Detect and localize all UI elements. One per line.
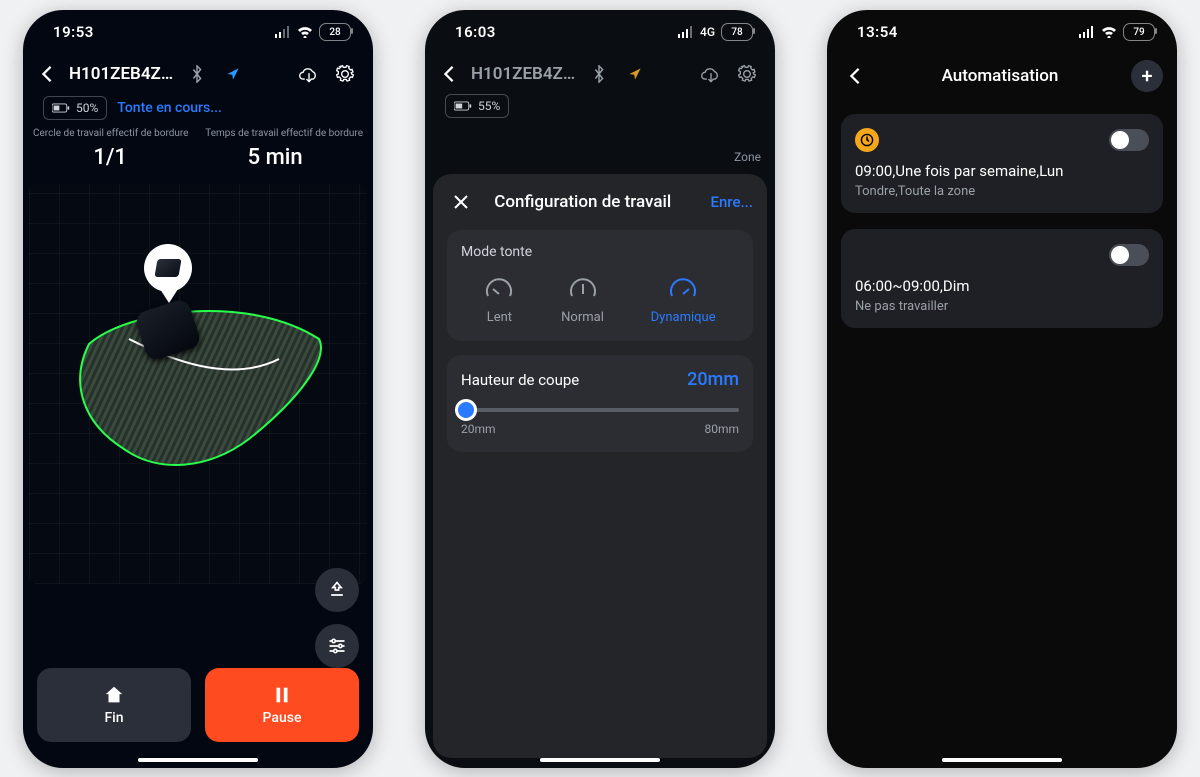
device-name: H101ZEB4ZF2P... bbox=[471, 64, 577, 84]
settings-button[interactable] bbox=[331, 60, 359, 88]
automation-action: Tondre,Toute la zone bbox=[855, 184, 1149, 199]
location-icon bbox=[621, 60, 649, 88]
automation-schedule: 06:00~09:00,Dim bbox=[855, 277, 1149, 295]
end-button-label: Fin bbox=[104, 710, 123, 726]
mowing-status: Tonte en cours... bbox=[117, 100, 222, 116]
stat-value-left: 1/1 bbox=[93, 145, 127, 170]
status-indicators: 28 bbox=[275, 23, 351, 41]
base-station-marker[interactable] bbox=[144, 244, 192, 292]
status-indicators: 4G 78 bbox=[678, 23, 753, 41]
settings-button[interactable] bbox=[733, 60, 761, 88]
cloud-button[interactable] bbox=[697, 60, 725, 88]
battery-icon bbox=[454, 101, 472, 111]
status-time: 19:53 bbox=[53, 23, 94, 41]
gauge-icon bbox=[668, 274, 698, 304]
mode-normal[interactable]: Normal bbox=[561, 274, 604, 325]
stat-label-right: Temps de travail effectif de bordure bbox=[205, 128, 363, 139]
slider-thumb[interactable] bbox=[455, 399, 477, 421]
end-button[interactable]: Fin bbox=[37, 668, 191, 742]
bottom-actions: Fin Pause bbox=[37, 668, 359, 742]
phone-battery-icon: 78 bbox=[721, 23, 753, 41]
battery-icon bbox=[52, 103, 70, 113]
app-header: H101ZEB4ZF2P... bbox=[425, 54, 775, 94]
stat-label-left: Cercle de travail effectif de bordure bbox=[33, 128, 189, 139]
cut-height-value: 20mm bbox=[687, 369, 739, 390]
automation-schedule: 09:00,Une fois par semaine,Lun bbox=[855, 162, 1149, 180]
status-indicators: 79 bbox=[1079, 23, 1155, 41]
gauge-icon bbox=[568, 274, 598, 304]
gauge-icon bbox=[484, 274, 514, 304]
moon-icon bbox=[855, 243, 879, 267]
mode-options: Lent Normal Dynamique bbox=[461, 274, 739, 325]
status-time: 16:03 bbox=[455, 23, 496, 41]
back-button[interactable] bbox=[841, 62, 869, 90]
save-button[interactable]: Enre... bbox=[710, 193, 753, 211]
clock-icon bbox=[855, 128, 879, 152]
cut-height-panel: Hauteur de coupe 20mm 20mm 80mm bbox=[447, 355, 753, 452]
status-bar: 13:54 79 bbox=[827, 10, 1177, 54]
wifi-icon bbox=[297, 26, 313, 38]
cut-height-slider[interactable] bbox=[461, 408, 739, 412]
mowing-mode-panel: Mode tonte Lent Normal Dynamique bbox=[447, 230, 753, 341]
page-title: Automatisation bbox=[869, 66, 1131, 86]
mower-marker[interactable] bbox=[134, 299, 204, 369]
cellular-icon bbox=[1079, 26, 1095, 38]
stats-labels: Cercle de travail effectif de bordure Te… bbox=[23, 128, 373, 139]
mower-status-row: 50% Tonte en cours... bbox=[23, 94, 373, 128]
back-button[interactable] bbox=[33, 60, 61, 88]
sheet-title: Configuration de travail bbox=[465, 192, 700, 212]
sheet-header: Configuration de travail Enre... bbox=[447, 188, 753, 216]
pause-button-label: Pause bbox=[263, 710, 302, 726]
network-label: 4G bbox=[700, 25, 715, 39]
map-float-buttons bbox=[315, 568, 359, 668]
phone-battery-icon: 28 bbox=[319, 23, 351, 41]
phone-automation-screen: 13:54 79 Automatisation + 09:00,Une fois… bbox=[827, 10, 1177, 768]
work-config-sheet: Configuration de travail Enre... Mode to… bbox=[433, 174, 767, 758]
mower-battery: 55% bbox=[445, 94, 509, 118]
automation-item[interactable]: 09:00,Une fois par semaine,Lun Tondre,To… bbox=[841, 114, 1163, 213]
home-indicator[interactable] bbox=[138, 758, 258, 762]
wifi-icon bbox=[1101, 26, 1117, 38]
home-icon bbox=[103, 684, 125, 706]
adjust-button[interactable] bbox=[315, 624, 359, 668]
automation-item[interactable]: 06:00~09:00,Dim Ne pas travailler bbox=[841, 229, 1163, 328]
slider-max: 80mm bbox=[704, 422, 739, 436]
stat-value-right: 5 min bbox=[248, 145, 303, 170]
mower-battery: 50% bbox=[43, 96, 107, 120]
location-icon bbox=[219, 60, 247, 88]
app-header: H101ZEB4ZF2P... bbox=[23, 54, 373, 94]
zone-label: Zone bbox=[734, 150, 761, 164]
phone-battery-icon: 79 bbox=[1123, 23, 1155, 41]
status-time: 13:54 bbox=[857, 23, 898, 41]
automation-toggle[interactable] bbox=[1109, 129, 1149, 151]
mode-dynamic[interactable]: Dynamique bbox=[651, 274, 716, 325]
add-button[interactable]: + bbox=[1131, 60, 1163, 92]
bluetooth-icon bbox=[585, 60, 613, 88]
cloud-button[interactable] bbox=[295, 60, 323, 88]
phone-main-screen: 19:53 28 H101ZEB4ZF2P... 50% Tonte bbox=[23, 10, 373, 768]
pause-button[interactable]: Pause bbox=[205, 668, 359, 742]
status-bar: 19:53 28 bbox=[23, 10, 373, 54]
stats-values: 1/1 5 min bbox=[23, 139, 373, 180]
recenter-button[interactable] bbox=[315, 568, 359, 612]
device-name: H101ZEB4ZF2P... bbox=[69, 64, 175, 84]
back-button[interactable] bbox=[435, 60, 463, 88]
cellular-icon bbox=[678, 26, 694, 38]
map-area[interactable] bbox=[29, 184, 367, 584]
pause-icon bbox=[271, 684, 293, 706]
automation-action: Ne pas travailler bbox=[855, 299, 1149, 314]
page-header: Automatisation + bbox=[827, 54, 1177, 98]
bluetooth-icon bbox=[183, 60, 211, 88]
status-bar: 16:03 4G 78 bbox=[425, 10, 775, 54]
home-indicator[interactable] bbox=[942, 758, 1062, 762]
cut-height-label: Hauteur de coupe bbox=[461, 371, 579, 389]
home-indicator[interactable] bbox=[540, 758, 660, 762]
cellular-icon bbox=[275, 26, 291, 38]
mowing-mode-label: Mode tonte bbox=[461, 244, 739, 260]
slider-min: 20mm bbox=[461, 422, 496, 436]
mode-slow[interactable]: Lent bbox=[484, 274, 514, 325]
phone-config-screen: 16:03 4G 78 H101ZEB4ZF2P... 55% Zo bbox=[425, 10, 775, 768]
automation-toggle[interactable] bbox=[1109, 244, 1149, 266]
